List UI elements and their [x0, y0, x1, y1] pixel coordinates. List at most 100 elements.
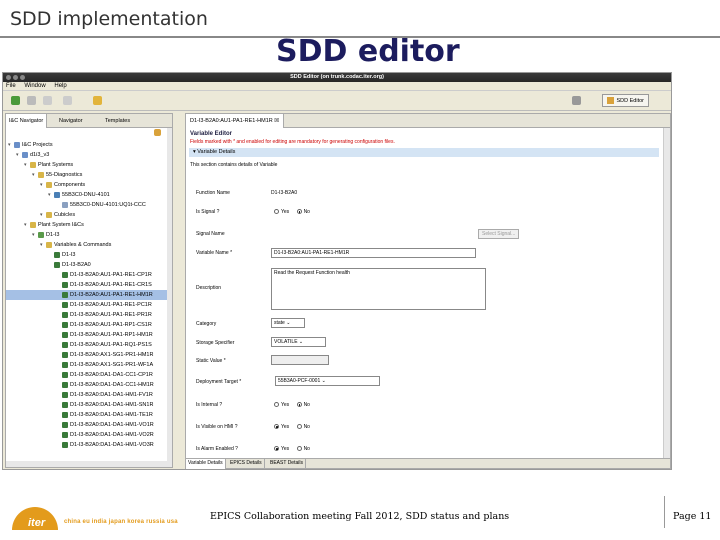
tree-item[interactable]: D1-I3-B2A0:AX1-SG1-PR1-WF1A — [56, 360, 153, 370]
menu-window[interactable]: Window — [24, 83, 45, 89]
is-signal-yes-radio[interactable] — [274, 209, 279, 215]
deployment-target-label: Deployment Target * — [196, 379, 242, 385]
tab-beast-details[interactable]: BEAST Details — [268, 459, 306, 469]
deployment-target-select[interactable]: 55B3A0-PCF-0001 ⌄ — [275, 376, 380, 386]
is-alarm-label: Is Alarm Enabled ? — [196, 446, 238, 452]
tree-item[interactable]: ▾ d1i3_v3 — [16, 150, 49, 160]
variable-name-input[interactable]: D1-I3-B2A0:AU1-PA1-RE1-HM1R — [271, 248, 476, 258]
category-select[interactable]: state ⌄ — [271, 318, 305, 328]
folder-icon — [46, 241, 52, 248]
tree-item[interactable]: ▾ I&C Projects — [8, 140, 53, 150]
var-icon — [62, 271, 68, 278]
tree-item[interactable]: D1-I3-B2A0:AU1-PA1-RP1-HM1R — [56, 330, 153, 340]
maximize-window-button[interactable] — [20, 75, 25, 80]
folder-icon — [46, 181, 52, 188]
var-icon — [62, 311, 68, 318]
save-icon[interactable] — [27, 96, 36, 105]
var-icon — [62, 421, 68, 428]
is-signal-no-radio[interactable] — [296, 209, 302, 215]
tree-item[interactable]: ▾ Components — [40, 180, 85, 190]
open-perspective-icon[interactable] — [572, 96, 581, 105]
tree-item[interactable]: D1-I3-B2A0:AU1-PA1-RP1-CS1R — [56, 320, 152, 330]
tree-item[interactable]: D1-I3-B2A0:AU1-PA1-RE1-CP1R — [56, 270, 152, 280]
tab-epics-details[interactable]: EPICS Details — [228, 459, 265, 469]
new-icon[interactable] — [11, 96, 20, 105]
tree-item[interactable]: ▾ Plant Systems — [24, 160, 73, 170]
main-toolbar: SDD Editor — [3, 91, 671, 111]
minimize-window-button[interactable] — [13, 75, 18, 80]
tab-ic-navigator[interactable]: I&C Navigator — [6, 114, 48, 128]
is-alarm-no-radio[interactable] — [296, 446, 302, 452]
close-window-button[interactable] — [6, 75, 11, 80]
variable-details-section[interactable]: ▾ Variable Details — [189, 148, 659, 157]
back-icon[interactable] — [43, 96, 52, 105]
is-visible-no-radio[interactable] — [296, 424, 302, 430]
slide-heading: SDD editor — [276, 34, 460, 69]
menu-bar: File Window Help — [3, 82, 671, 91]
radio-label: Yes — [281, 424, 290, 430]
tree-toolbar — [6, 128, 172, 138]
tree-item[interactable]: D1-I3-B2A0:DA1-DA1-HM1-VO1R — [56, 420, 154, 430]
storage-specifier-select[interactable]: VOLATILE ⌄ — [271, 337, 326, 347]
tree-item[interactable]: ▾ 55-Diagnostics — [32, 170, 82, 180]
static-value-input[interactable] — [271, 355, 329, 365]
function-name-label: Function Name — [196, 190, 230, 196]
var-icon — [62, 351, 68, 358]
is-visible-yes-radio[interactable] — [274, 424, 279, 430]
tree-item[interactable]: ▾ 55B3C0-DNU-4101 — [48, 190, 110, 200]
tree-item[interactable]: ▾ Cubicles — [40, 210, 75, 220]
is-alarm-yes-radio[interactable] — [274, 446, 279, 452]
editor-vertical-scrollbar[interactable] — [663, 128, 670, 458]
tree-item[interactable]: D1-I3-B2A0:DA1-DA1-HM1-TE1R — [56, 410, 153, 420]
tree-item[interactable]: D1-I3-B2A0 — [48, 260, 91, 270]
tree-item-label: D1-I3-B2A0:DA1-DA1-CC1-CP1R — [70, 372, 153, 378]
static-value-label: Static Value * — [196, 358, 226, 364]
tree-item-label: D1-I3-B2A0:DA1-DA1-HM1-VO1R — [70, 422, 154, 428]
var-icon — [54, 261, 60, 268]
perspective-switcher[interactable]: SDD Editor — [602, 94, 649, 107]
tree-item-label: D1-I3-B2A0:AU1-PA1-RE1-PR1R — [70, 312, 152, 318]
link-icon[interactable] — [93, 96, 102, 105]
tab-navigator[interactable]: Navigator — [56, 114, 86, 128]
tree-item-label: D1-I3-B2A0:AU1-PA1-RE1-CR1S — [70, 282, 152, 288]
is-internal-no-radio[interactable] — [296, 402, 302, 408]
menu-help[interactable]: Help — [54, 83, 66, 89]
editor-tab[interactable]: D1-I3-B2A0:AU1-PA1-RE1-HM1R ☒ — [186, 114, 285, 128]
tree-item[interactable]: ▾ D1-I3 — [32, 230, 59, 240]
radio-label: Yes — [281, 402, 290, 408]
radio-label: Yes — [281, 446, 290, 452]
tree-item[interactable]: 55B3C0-DNU-4101:UQ1t-CCC — [56, 200, 146, 210]
tree-horizontal-scrollbar[interactable] — [6, 461, 167, 467]
folder-icon — [30, 221, 36, 228]
deployment-value: 55B3A0-PCF-0001 — [278, 378, 321, 384]
window-titlebar: SDD Editor (on trunk.codac.iter.org) — [3, 73, 671, 82]
is-internal-yes-radio[interactable] — [274, 402, 279, 408]
tree-item[interactable]: D1-I3-B2A0:DA1-DA1-HM1-SN1R — [56, 400, 153, 410]
tree-item[interactable]: D1-I3 — [48, 250, 75, 260]
tree-item[interactable]: D1-I3-B2A0:AU1-PA1-RE1-PC1R — [56, 300, 152, 310]
tab-templates[interactable]: Templates — [102, 114, 133, 128]
tab-variable-details[interactable]: Variable Details — [186, 459, 226, 469]
tree-vertical-scrollbar[interactable] — [167, 128, 172, 467]
tree-item[interactable]: D1-I3-B2A0:AU1-PA1-RE1-CR1S — [56, 280, 152, 290]
tree-item[interactable]: D1-I3-B2A0:AX1-SG1-PR1-HM1R — [56, 350, 153, 360]
tree-item-label: d1i3_v3 — [30, 152, 50, 158]
tree-item[interactable]: D1-I3-B2A0:DA1-DA1-CC1-CP1R — [56, 370, 153, 380]
tree-item[interactable]: D1-I3-B2A0:DA1-DA1-HM1-VO2R — [56, 430, 154, 440]
tree-item[interactable]: D1-I3-B2A0:AU1-PA1-RE1-PR1R — [56, 310, 152, 320]
tree-item-label: D1-I3 — [62, 252, 76, 258]
tree-item[interactable]: ▾ Variables & Commands — [40, 240, 111, 250]
tree-item[interactable]: D1-I3-B2A0:DA1-DA1-HM1-FV1R — [56, 390, 153, 400]
select-signal-button[interactable]: Select Signal... — [478, 229, 520, 239]
var-icon — [62, 391, 68, 398]
tree-item[interactable]: D1-I3-B2A0:AU1-PA1-RE1-HM1R — [6, 290, 169, 300]
tree-item[interactable]: D1-I3-B2A0:AU1-PA1-RQ1-PS1S — [56, 340, 152, 350]
tree-item[interactable]: D1-I3-B2A0:DA1-DA1-CC1-HM1R — [56, 380, 154, 390]
collapse-all-icon[interactable] — [154, 129, 161, 136]
tree-item[interactable]: D1-I3-B2A0:DA1-DA1-HM1-VO3R — [56, 440, 154, 450]
tree-item-label: I&C Projects — [22, 142, 53, 148]
tree-item[interactable]: ▾ Plant System I&Cs — [24, 220, 84, 230]
description-textarea[interactable]: Read the Request Function health — [271, 268, 486, 310]
tree-item-label: D1-I3-B2A0:DA1-DA1-HM1-VO3R — [70, 442, 154, 448]
forward-icon[interactable] — [63, 96, 72, 105]
